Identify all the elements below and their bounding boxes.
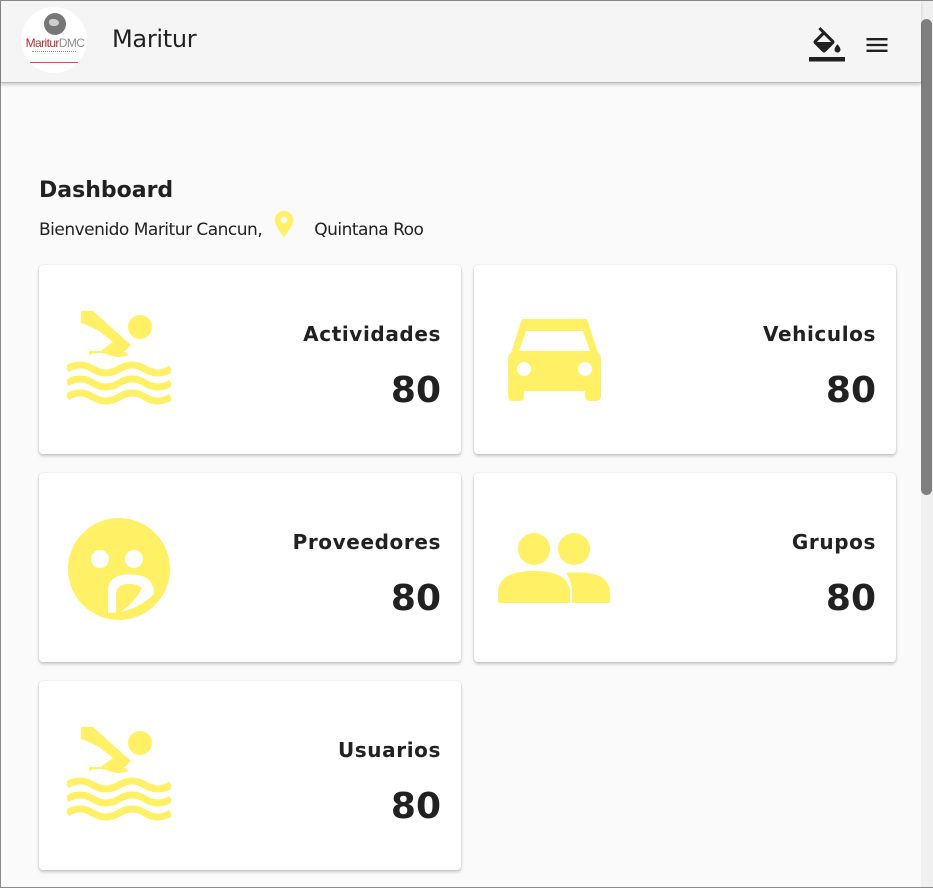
card-label: Vehiculos [762,322,876,346]
format-color-fill-icon [809,27,845,62]
scrollbar-thumb[interactable] [921,19,932,495]
card-value: 80 [390,578,441,619]
welcome-text: Bienvenido Maritur Cancun, [39,220,263,240]
menu-icon [866,38,888,52]
globe-icon [44,13,66,35]
card-value: 80 [390,786,441,827]
card-label: Actividades [303,322,441,346]
app-title: Maritur [112,25,197,53]
pool-swimmer-icon [67,311,171,405]
card-actividades[interactable]: Actividades 80 [39,265,461,454]
card-usuarios[interactable]: Usuarios 80 [39,681,461,870]
card-label: Proveedores [292,530,441,554]
theme-button[interactable] [809,27,845,63]
car-icon [508,319,601,401]
welcome-line: Bienvenido Maritur Cancun, Quintana Roo [39,211,424,243]
card-label: Grupos [791,530,876,554]
card-label: Usuarios [337,738,441,762]
card-value: 80 [390,370,441,411]
location-pin-icon [275,211,294,237]
menu-button[interactable] [863,31,891,59]
dashboard-content: Dashboard Bienvenido Maritur Cancun, Qui… [1,83,921,887]
card-value: 80 [825,578,876,619]
location-text: Quintana Roo [314,220,424,240]
pool-swimmer-icon [67,727,171,821]
page-title: Dashboard [39,178,174,203]
supervisor-face-icon [68,518,170,620]
card-grupos[interactable]: Grupos 80 [474,473,896,662]
logo-tagline [32,51,76,54]
logo-brand-text: MariturDMC [25,36,85,50]
card-value: 80 [825,370,876,411]
card-proveedores[interactable]: Proveedores 80 [39,473,461,662]
app-bar: MariturDMC Maritur [1,1,921,83]
maritur-logo[interactable]: MariturDMC [21,7,87,73]
people-icon [498,533,610,603]
logo-underline [30,62,78,63]
card-vehiculos[interactable]: Vehiculos 80 [474,265,896,454]
